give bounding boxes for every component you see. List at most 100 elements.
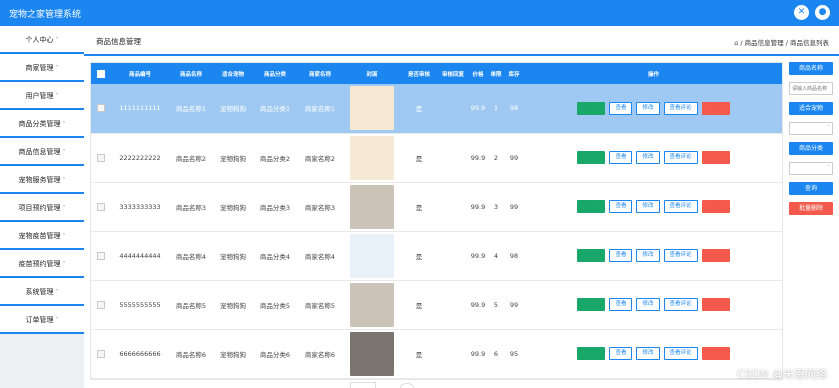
row-checkbox[interactable]: [97, 349, 105, 358]
review-button[interactable]: 审核: [577, 101, 606, 115]
chevron-down-icon: ˅: [62, 121, 66, 128]
sidebar-item-order[interactable]: 订单管理 ˅: [0, 306, 84, 334]
sidebar-item-merchant[interactable]: 商家管理 ˅: [0, 54, 84, 82]
chevron-down-icon: ˅: [55, 317, 59, 324]
view-comments-button[interactable]: 查看评论: [663, 347, 698, 360]
view-comments-button[interactable]: 查看评论: [663, 249, 698, 262]
table-row[interactable]: 2222222222 商品名称2 宠物狗狗 商品分类2 商家名称2 是 99.9…: [91, 133, 782, 183]
view-button[interactable]: 查看: [609, 347, 633, 360]
sidebar-item-project-booking[interactable]: 项目预约管理 ˅: [0, 194, 84, 222]
sidebar-item-personal-center[interactable]: 个人中心 ˅: [0, 26, 84, 54]
edit-button[interactable]: 修改: [636, 347, 660, 360]
sidebar-item-category[interactable]: 商品分类管理 ˅: [0, 110, 84, 138]
view-comments-button[interactable]: 查看评论: [663, 298, 698, 311]
edit-button[interactable]: 修改: [636, 200, 660, 213]
product-image[interactable]: [350, 233, 394, 278]
delete-button[interactable]: 删除: [701, 298, 730, 311]
review-button[interactable]: 审核: [577, 200, 606, 213]
pagination-box[interactable]: [350, 382, 376, 388]
product-image[interactable]: [350, 86, 394, 131]
table-row[interactable]: 4444444444 商品名称4 宠物狗狗 商品分类4 商家名称4 是 99.9…: [91, 231, 782, 281]
sidebar-item-user[interactable]: 用户管理 ˅: [0, 82, 84, 110]
sidebar-item-vaccine-booking[interactable]: 疫苗预约管理 ˅: [0, 250, 84, 278]
column-header[interactable]: 商品分类: [253, 63, 297, 84]
delete-button[interactable]: 删除: [701, 101, 730, 115]
edit-button[interactable]: 修改: [636, 151, 660, 164]
cell-reply: [437, 231, 469, 281]
product-image[interactable]: [350, 282, 394, 327]
table-row[interactable]: 6666666666 商品名称6 宠物狗狗 商品分类6 商家名称6 是 99.9…: [91, 329, 782, 379]
column-header[interactable]: 库存: [505, 63, 523, 84]
column-header[interactable]: 单限: [487, 63, 505, 84]
cell-category: 商品分类4: [253, 231, 297, 281]
view-button[interactable]: 查看: [609, 101, 633, 115]
product-image[interactable]: [350, 331, 394, 376]
chevron-down-icon: ˅: [62, 261, 66, 268]
delete-button[interactable]: 删除: [701, 151, 730, 164]
home-icon[interactable]: ⌂: [734, 39, 738, 47]
product-image[interactable]: [350, 135, 394, 180]
sidebar-item-vaccine[interactable]: 宠物疫苗管理 ˅: [0, 222, 84, 250]
table-row[interactable]: 1111111111 商品名称1 宠物狗狗 商品分类1 商家名称1 是 99.9…: [91, 84, 782, 134]
delete-button[interactable]: 删除: [701, 200, 730, 213]
user-icon[interactable]: ●: [815, 5, 830, 20]
cell-category: 商品分类6: [253, 329, 297, 379]
close-icon[interactable]: ✕: [794, 5, 809, 20]
select-all-checkbox[interactable]: [97, 69, 105, 78]
chevron-down-icon: ˅: [55, 65, 59, 72]
column-header[interactable]: 商品名称: [169, 63, 213, 84]
view-button[interactable]: 查看: [609, 200, 633, 213]
row-checkbox[interactable]: [97, 153, 105, 162]
edit-button[interactable]: 修改: [636, 101, 660, 115]
row-checkbox[interactable]: [97, 202, 105, 211]
edit-button[interactable]: 修改: [636, 249, 660, 262]
delete-button[interactable]: 删除: [701, 347, 730, 360]
view-button[interactable]: 查看: [609, 249, 633, 262]
cell-audited: 是: [401, 231, 437, 281]
column-header[interactable]: 是否审核: [401, 63, 437, 84]
column-header[interactable]: 审核回复: [437, 63, 469, 84]
suitable-pet-select[interactable]: ˅: [789, 122, 833, 135]
cell-limit: 4: [487, 231, 505, 281]
product-image[interactable]: [350, 184, 394, 229]
column-header[interactable]: 适合宠物: [213, 63, 253, 84]
product-category-select[interactable]: ˅: [789, 162, 833, 175]
search-button[interactable]: 查询: [789, 182, 833, 195]
pagination-circle[interactable]: [400, 383, 414, 388]
row-checkbox[interactable]: [97, 251, 105, 260]
chevron-down-icon: ˅: [827, 165, 831, 171]
product-name-input[interactable]: [789, 82, 833, 95]
cell-reply: [437, 133, 469, 183]
cell-category: 商品分类5: [253, 280, 297, 330]
breadcrumb-text[interactable]: / 商品信息管理 / 商品信息列表: [740, 39, 829, 47]
column-header[interactable]: 商品编号: [111, 63, 169, 84]
view-comments-button[interactable]: 查看评论: [663, 200, 698, 213]
cell-price: 99.9: [469, 329, 487, 379]
sidebar-item-system[interactable]: 系统管理 ˅: [0, 278, 84, 306]
view-comments-button[interactable]: 查看评论: [663, 151, 698, 164]
table-row[interactable]: 3333333333 商品名称3 宠物狗狗 商品分类3 商家名称3 是 99.9…: [91, 182, 782, 232]
sidebar-item-pet-service[interactable]: 宠物服务管理 ˅: [0, 166, 84, 194]
batch-delete-button[interactable]: 批量删除: [789, 202, 833, 215]
cell-name: 商品名称1: [169, 84, 213, 134]
view-button[interactable]: 查看: [609, 151, 633, 164]
cell-code: 4444444444: [111, 231, 169, 281]
view-comments-button[interactable]: 查看评论: [663, 101, 698, 115]
review-button[interactable]: 审核: [577, 298, 606, 311]
cell-code: 2222222222: [111, 133, 169, 183]
row-checkbox[interactable]: [97, 104, 105, 113]
review-button[interactable]: 审核: [577, 347, 606, 360]
column-header[interactable]: 价格: [469, 63, 487, 84]
delete-button[interactable]: 删除: [701, 249, 730, 262]
edit-button[interactable]: 修改: [636, 298, 660, 311]
cell-merchant: 商家名称2: [297, 133, 343, 183]
table-row[interactable]: 5555555555 商品名称5 宠物狗狗 商品分类5 商家名称5 是 99.9…: [91, 280, 782, 330]
review-button[interactable]: 审核: [577, 249, 606, 262]
view-button[interactable]: 查看: [609, 298, 633, 311]
cell-limit: 2: [487, 133, 505, 183]
sidebar-item-product-info[interactable]: 商品信息管理 ˅: [0, 138, 84, 166]
review-button[interactable]: 审核: [577, 151, 606, 164]
column-header[interactable]: 商家名称: [297, 63, 343, 84]
row-checkbox[interactable]: [97, 300, 105, 309]
sidebar-item-label: 商品信息管理: [18, 148, 61, 156]
